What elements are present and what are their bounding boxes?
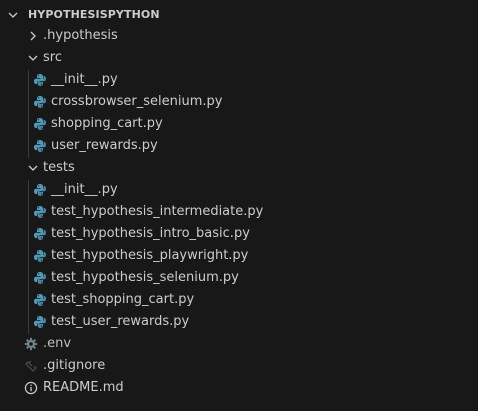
tree-item-file[interactable]: test_hypothesis_intro_basic.py: [0, 223, 478, 245]
python-file-icon: [33, 249, 47, 263]
python-file-icon: [33, 117, 47, 131]
tree-item-file[interactable]: __init__.py: [0, 69, 478, 91]
tree-item-label: .gitignore: [43, 358, 106, 373]
explorer-section-header[interactable]: HYPOTHESISPYTHON: [0, 4, 478, 26]
tree-item-label: test_hypothesis_intermediate.py: [51, 204, 264, 219]
tree-item-label: src: [43, 50, 62, 65]
explorer-panel: HYPOTHESISPYTHON .hypothesis src __init_…: [0, 0, 478, 411]
tree-item-label: test_shopping_cart.py: [51, 292, 195, 307]
tree-item-label: test_hypothesis_intro_basic.py: [51, 226, 250, 241]
tree-item-file[interactable]: user_rewards.py: [0, 135, 478, 157]
chevron-down-icon: [26, 51, 40, 65]
tree-item-file[interactable]: crossbrowser_selenium.py: [0, 91, 478, 113]
info-icon: [24, 381, 38, 395]
tree-item-tests-folder[interactable]: tests: [0, 157, 478, 179]
tree-item-file[interactable]: .env: [0, 333, 478, 355]
python-file-icon: [33, 293, 47, 307]
tree-item-file[interactable]: test_shopping_cart.py: [0, 289, 478, 311]
tree-item-file[interactable]: __init__.py: [0, 179, 478, 201]
tree-item-label: README.md: [43, 380, 124, 395]
workspace-title: HYPOTHESISPYTHON: [28, 8, 160, 21]
tree-item-file[interactable]: test_hypothesis_selenium.py: [0, 267, 478, 289]
python-file-icon: [33, 139, 47, 153]
tree-item-file[interactable]: shopping_cart.py: [0, 113, 478, 135]
python-file-icon: [33, 205, 47, 219]
tree-item-label: user_rewards.py: [51, 138, 158, 153]
gear-icon: [24, 337, 38, 351]
tree-item-label: test_hypothesis_selenium.py: [51, 270, 239, 285]
tree-item-label: .hypothesis: [43, 28, 118, 43]
python-file-icon: [33, 227, 47, 241]
tree-item-file[interactable]: test_hypothesis_playwright.py: [0, 245, 478, 267]
python-file-icon: [33, 271, 47, 285]
chevron-right-icon: [26, 29, 40, 43]
tree-item-label: test_user_rewards.py: [51, 314, 190, 329]
tree-item-file[interactable]: test_user_rewards.py: [0, 311, 478, 333]
tree-item-src-folder[interactable]: src: [0, 47, 478, 69]
tree-item-label: __init__.py: [51, 182, 118, 197]
python-file-icon: [33, 73, 47, 87]
tree-item-file[interactable]: .gitignore: [0, 355, 478, 377]
tree-item-label: __init__.py: [51, 72, 118, 87]
tree-item-label: tests: [43, 160, 75, 175]
tree-item-file[interactable]: test_hypothesis_intermediate.py: [0, 201, 478, 223]
tree-item-label: crossbrowser_selenium.py: [51, 94, 223, 109]
tree-item-label: test_hypothesis_playwright.py: [51, 248, 249, 263]
python-file-icon: [33, 315, 47, 329]
tree-item-label: shopping_cart.py: [51, 116, 163, 131]
python-file-icon: [33, 95, 47, 109]
tree-item-label: .env: [43, 336, 72, 351]
tree-item-hypothesis-folder[interactable]: .hypothesis: [0, 25, 478, 47]
tree-item-file[interactable]: README.md: [0, 377, 478, 399]
chevron-down-icon: [6, 8, 20, 22]
python-file-icon: [33, 183, 47, 197]
chevron-down-icon: [26, 161, 40, 175]
git-icon: [24, 359, 38, 373]
